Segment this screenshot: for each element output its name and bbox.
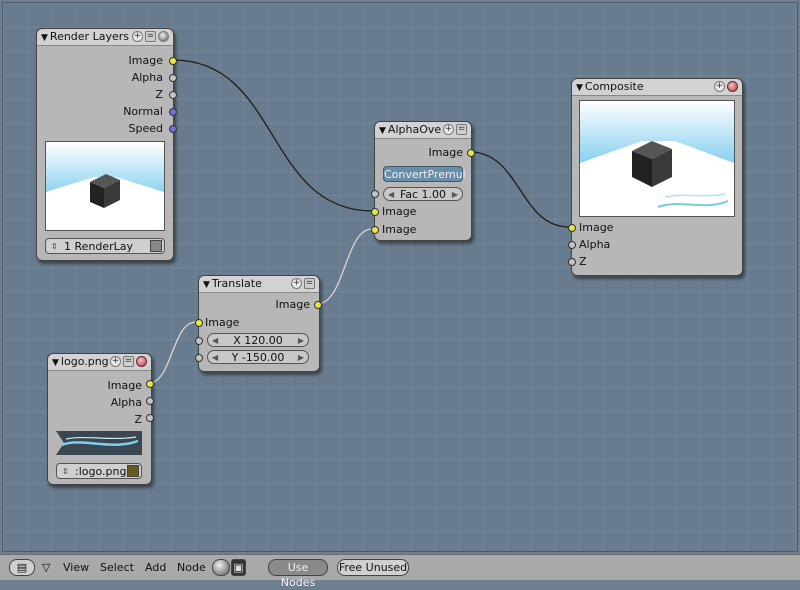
editor-type-icon[interactable]: ▤ (9, 559, 35, 576)
socket-output-z[interactable] (169, 91, 177, 99)
use-nodes-toggle[interactable]: Use Nodes (268, 559, 328, 589)
socket-output-z[interactable] (146, 414, 154, 422)
node-title: Composite (584, 80, 644, 93)
convert-premul-button[interactable]: ConvertPremul (383, 166, 466, 182)
composite-preview-image (579, 100, 735, 217)
collapse-icon[interactable]: = (456, 124, 467, 135)
render-preview-image (45, 141, 165, 231)
close-icon[interactable] (136, 356, 147, 367)
output-image: Image (428, 146, 463, 159)
node-title: Translate (211, 277, 262, 290)
output-image: Image (128, 54, 163, 67)
socket-input-image-1[interactable] (371, 208, 379, 216)
composite-header[interactable]: ▼ Composite + (572, 79, 742, 96)
collapse-triangle-icon[interactable]: ▼ (576, 83, 583, 93)
menu-select[interactable]: Select (100, 561, 134, 574)
image-node[interactable]: ▼ logo.png + = Image Alpha Z ⇕ :logo.png (47, 353, 154, 485)
socket-output-alpha[interactable] (169, 74, 177, 82)
collapse-icon[interactable]: = (304, 278, 315, 289)
node-title: Render Layers (49, 30, 129, 43)
socket-input-image[interactable] (568, 224, 576, 232)
menu-node[interactable]: Node (177, 561, 206, 574)
socket-input-y[interactable] (195, 354, 203, 362)
menu-add[interactable]: Add (145, 561, 166, 574)
decrement-arrow-icon[interactable]: ◀ (212, 334, 218, 348)
menu-toggle-icon[interactable]: ▽ (42, 561, 50, 574)
node-title: AlphaOve (387, 123, 442, 136)
input-alpha: Alpha (579, 238, 611, 251)
composite-tree-icon[interactable]: ▣ (231, 559, 246, 576)
collapse-icon[interactable]: = (123, 356, 134, 367)
translate-header[interactable]: ▼ Translate + = (199, 276, 319, 293)
output-alpha: Alpha (131, 71, 163, 84)
socket-input-image[interactable] (195, 319, 203, 327)
collapse-triangle-icon[interactable]: ▼ (41, 33, 48, 43)
free-unused-button[interactable]: Free Unused (337, 559, 409, 576)
increment-arrow-icon[interactable]: ▶ (452, 188, 458, 202)
input-image: Image (579, 221, 614, 234)
socket-output-image[interactable] (146, 380, 154, 388)
socket-input-fac[interactable] (371, 190, 379, 198)
plus-icon[interactable]: + (132, 31, 143, 42)
plus-icon[interactable]: + (714, 81, 725, 92)
plus-icon[interactable]: + (443, 124, 454, 135)
node-title: logo.png (60, 355, 109, 368)
menu-view[interactable]: View (63, 561, 89, 574)
socket-input-x[interactable] (195, 337, 203, 345)
alpha-over-header[interactable]: ▼ AlphaOve + = (375, 122, 471, 139)
output-normal: Normal (123, 105, 163, 118)
decrement-arrow-icon[interactable]: ◀ (212, 351, 218, 365)
socket-output-speed[interactable] (169, 125, 177, 133)
input-image: Image (205, 316, 240, 329)
socket-output-normal[interactable] (169, 108, 177, 116)
socket-output-image[interactable] (314, 301, 322, 309)
y-offset-field[interactable]: ◀ Y -150.00 ▶ (207, 350, 309, 364)
collapse-triangle-icon[interactable]: ▼ (379, 126, 386, 136)
render-layer-icon[interactable] (150, 240, 162, 252)
x-offset-field[interactable]: ◀ X 120.00 ▶ (207, 333, 309, 347)
output-image: Image (107, 379, 142, 392)
preview-sphere-icon[interactable] (158, 31, 169, 42)
socket-input-alpha[interactable] (568, 241, 576, 249)
socket-output-alpha[interactable] (146, 397, 154, 405)
socket-output-image[interactable] (467, 149, 475, 157)
increment-arrow-icon[interactable]: ▶ (298, 334, 304, 348)
output-alpha: Alpha (110, 396, 142, 409)
fac-field[interactable]: ◀ Fac 1.00 ▶ (383, 187, 463, 201)
render-layers-node[interactable]: ▼ Render Layers + = Image Alpha Z Normal … (36, 28, 177, 261)
collapse-icon[interactable]: = (145, 31, 156, 42)
output-z: Z (134, 413, 142, 426)
translate-node[interactable]: ▼ Translate + = Image Image ◀ X 120.00 ▶ … (195, 275, 322, 372)
image-select[interactable]: ⇕ :logo.png (56, 463, 142, 479)
updown-arrows-icon: ⇕ (51, 242, 58, 251)
decrement-arrow-icon[interactable]: ◀ (388, 188, 394, 202)
logo-preview-image (56, 431, 142, 455)
increment-arrow-icon[interactable]: ▶ (298, 351, 304, 365)
plus-icon[interactable]: + (291, 278, 302, 289)
socket-input-z[interactable] (568, 258, 576, 266)
input-z: Z (579, 255, 587, 268)
updown-arrows-icon: ⇕ (62, 467, 69, 476)
input-image-1: Image (382, 205, 417, 218)
input-image-2: Image (382, 223, 417, 236)
plus-icon[interactable]: + (110, 356, 121, 367)
socket-input-image-2[interactable] (371, 226, 379, 234)
socket-output-image[interactable] (169, 57, 177, 65)
output-image: Image (275, 298, 310, 311)
collapse-triangle-icon[interactable]: ▼ (52, 358, 59, 368)
alpha-over-node[interactable]: ▼ AlphaOve + = Image ConvertPremul ◀ Fac … (371, 121, 475, 241)
image-browse-icon[interactable] (127, 465, 139, 477)
output-z: Z (155, 88, 163, 101)
node-editor-header: ▤ ▽ View Select Add Node ▣ Use Nodes Fre… (0, 554, 800, 589)
close-icon[interactable] (727, 81, 738, 92)
material-tree-icon[interactable] (212, 559, 230, 576)
image-node-header[interactable]: ▼ logo.png + = (48, 354, 151, 371)
render-layers-header[interactable]: ▼ Render Layers + = (37, 29, 173, 46)
composite-node[interactable]: ▼ Composite + Image Alpha Z (568, 78, 743, 276)
render-layer-select[interactable]: ⇕ 1 RenderLay (45, 238, 165, 254)
output-speed: Speed (128, 122, 163, 135)
collapse-triangle-icon[interactable]: ▼ (203, 280, 210, 290)
